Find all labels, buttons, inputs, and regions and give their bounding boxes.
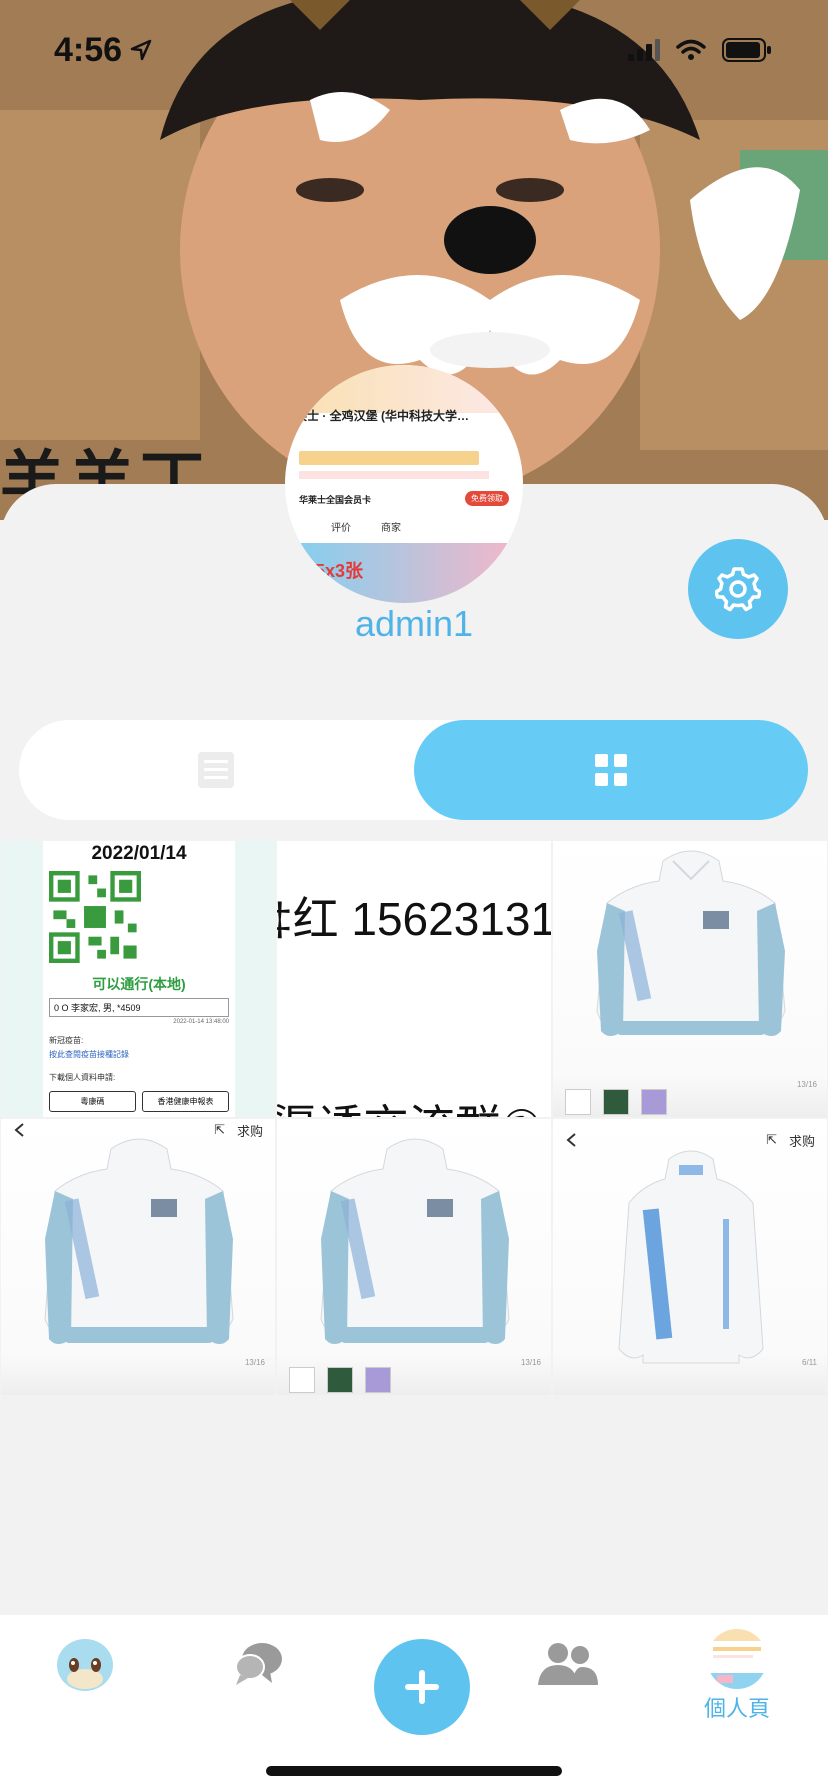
text-post-line2: 渠诱交流群① (277, 1091, 551, 1117)
list-view-tab[interactable] (19, 720, 413, 820)
cellular-signal-icon (628, 39, 660, 61)
status-time: 4:56 (54, 30, 123, 69)
product-1-thumb-a (565, 1089, 591, 1115)
avatar-promo-text: 5x3张 (315, 561, 364, 581)
avatar-tabs: 评价 商家 (285, 515, 523, 537)
people-icon (538, 1643, 598, 1685)
profile-thumb (707, 1629, 767, 1689)
status-time-group: 4:56 (54, 31, 152, 70)
mascot-avatar-icon (57, 1639, 113, 1691)
product-1-thumbnails (565, 1089, 667, 1115)
post-product-2[interactable]: ⇱ 求购 13/16 (0, 1118, 276, 1396)
plus-icon (405, 1670, 439, 1704)
post-product-1[interactable]: 13/16 (552, 840, 828, 1118)
product-2-counter: 13/16 (244, 1358, 265, 1367)
status-bar: 4:56 (0, 0, 828, 100)
health-code-date: 2022/01/14 (91, 843, 187, 864)
post-health-code[interactable]: 2022/01/14 可以通行(本地) 0 O 李家宏, 男, *4509 20… (0, 840, 276, 1118)
avatar-title: 莱士 · 全鸡汉堡 (华中科技大学… (295, 409, 469, 423)
post-grid: 2022/01/14 可以通行(本地) 0 O 李家宏, 男, *4509 20… (0, 840, 828, 1396)
hoodie-image (596, 850, 786, 1036)
hoodie-image (618, 1150, 764, 1364)
tab-home[interactable] (56, 1635, 114, 1693)
product-3-thumb-c (365, 1367, 391, 1393)
health-code-btn-right: 香港健康申報表 (142, 1091, 229, 1112)
product-2-topbar-right: ⇱ 求购 (214, 1121, 263, 1140)
product-2-topbar: ⇱ 求购 (1, 1119, 275, 1141)
tab-messages[interactable] (232, 1641, 282, 1687)
avatar-banner (285, 365, 523, 413)
avatar-member-card: 华莱士全国会员卡 (299, 495, 372, 505)
product-3-thumbnails (289, 1367, 391, 1393)
share-icon: ⇱ (214, 1122, 225, 1137)
qr-code-icon (49, 871, 141, 963)
product-4-counter: 6/11 (802, 1358, 817, 1367)
tab-friends[interactable] (536, 1641, 600, 1687)
health-code-vaccine-link: 按此查閱疫苗接種記錄 (49, 1050, 129, 1059)
back-chevron-icon (566, 1133, 576, 1147)
tab-profile-label: 個人頁 (704, 1696, 771, 1721)
product-4-topbar-right: ⇱ 求购 (766, 1131, 815, 1150)
gear-icon (715, 567, 761, 612)
list-icon (198, 752, 234, 788)
health-code-download-label: 下載個人資料申請: (49, 1073, 116, 1082)
tab-profile[interactable]: 個人頁 (704, 1629, 770, 1723)
grid-icon (595, 754, 627, 786)
home-indicator (266, 1766, 562, 1776)
product-3-counter: 13/16 (520, 1358, 541, 1367)
back-chevron-icon (14, 1123, 24, 1137)
health-code-person: 0 O 李家宏, 男, *4509 (49, 998, 229, 1017)
product-1-thumb-c (641, 1089, 667, 1115)
post-product-4[interactable]: ⇱ 求购 6/11 (552, 1118, 828, 1396)
settings-button[interactable] (688, 539, 788, 639)
health-code-vaccine-label: 新冠疫苗: (49, 1036, 84, 1045)
wifi-icon (676, 39, 706, 60)
hoodie-image (320, 1138, 510, 1344)
add-post-button[interactable] (374, 1639, 470, 1735)
product-3-thumb-a (289, 1367, 315, 1393)
profile-thumb-image (707, 1629, 767, 1689)
grid-view-tab[interactable] (414, 720, 808, 820)
avatar-promo-banner: 5x3张 (285, 543, 523, 603)
chat-bubbles-icon (235, 1643, 282, 1685)
product-4-buy-label: 求购 (788, 1133, 815, 1149)
battery-icon (722, 38, 771, 62)
status-indicators (628, 38, 772, 62)
avatar-coupon-strip-2 (299, 471, 489, 479)
hoodie-image (44, 1138, 234, 1344)
post-text-screenshot[interactable]: ‡红 15623131 渠诱交流群① (276, 840, 552, 1118)
product-1-thumb-b (603, 1089, 629, 1115)
health-code-status: 可以通行(本地) (92, 976, 186, 992)
product-2-buy-label: 求购 (236, 1123, 263, 1139)
health-code-timestamp: 2022-01-14 13:48:00 (173, 1019, 229, 1025)
location-arrow-icon (130, 39, 152, 61)
product-1-counter: 13/16 (796, 1080, 817, 1089)
product-4-topbar: ⇱ 求购 (553, 1127, 827, 1153)
avatar-coupon-strip (299, 451, 479, 465)
avatar-tab-reviews: 评价 (331, 522, 351, 534)
share-icon: ⇱ (766, 1132, 777, 1147)
post-product-3[interactable]: 13/16 (276, 1118, 552, 1396)
avatar-member-button: 免费领取 (465, 491, 509, 506)
view-toggle (19, 720, 808, 820)
health-code-btn-left: 粵康碼 (49, 1091, 136, 1112)
health-code-buttons: 粵康碼 香港健康申報表 (49, 1091, 229, 1112)
text-post-line1: ‡红 15623131 (276, 893, 552, 945)
product-3-thumb-b (327, 1367, 353, 1393)
health-code-card: 2022/01/14 可以通行(本地) 0 O 李家宏, 男, *4509 20… (43, 841, 235, 1117)
avatar[interactable]: 莱士 · 全鸡汉堡 (华中科技大学… 华莱士全国会员卡 免费领取 评价 商家 5… (285, 365, 523, 603)
avatar-tab-merchant: 商家 (381, 522, 401, 534)
